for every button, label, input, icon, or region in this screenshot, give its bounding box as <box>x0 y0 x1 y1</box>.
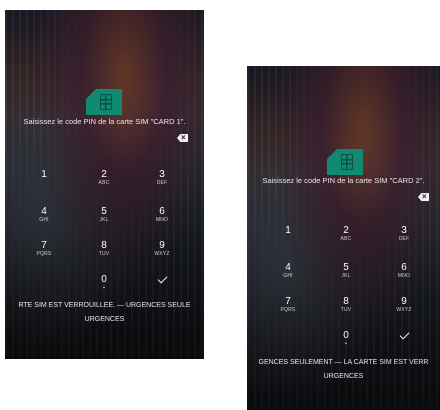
key-6[interactable]: 6 MNO <box>384 262 424 279</box>
backspace-icon[interactable]: × <box>418 193 429 201</box>
key-7[interactable]: 7 PQRS <box>268 296 308 313</box>
key-2[interactable]: 2 ABC <box>326 225 366 242</box>
checkmark-icon[interactable] <box>399 329 410 340</box>
key-1[interactable]: 1 <box>24 169 64 180</box>
sim-locked-status: RTE SIM EST VERROUILLÉE. — URGENCES SEUL… <box>18 302 191 309</box>
key-5[interactable]: 5 JKL <box>326 262 366 279</box>
backspace-icon[interactable]: × <box>177 134 188 142</box>
pin-prompt: Saisissez le code PIN de la carte SIM "C… <box>262 176 425 185</box>
key-8[interactable]: 8 TUV <box>84 240 124 257</box>
key-0[interactable]: 0 + <box>84 274 124 291</box>
pin-prompt: Saisissez le code PIN de la carte SIM "C… <box>23 117 186 126</box>
key-9[interactable]: 9 WXYZ <box>142 240 182 257</box>
key-3[interactable]: 3 DEF <box>142 169 182 186</box>
key-9[interactable]: 9 WXYZ <box>384 296 424 313</box>
key-7[interactable]: 7 PQRS <box>24 240 64 257</box>
sim-pin-screen-card-1: Saisissez le code PIN de la carte SIM "C… <box>5 10 204 359</box>
checkmark-icon[interactable] <box>157 273 168 284</box>
sim-pin-screen-card-2: Saisissez le code PIN de la carte SIM "C… <box>247 66 440 410</box>
emergency-button[interactable]: URGENCES <box>5 316 204 323</box>
sim-locked-status: GENCES SEULEMENT — LA CARTE SIM EST VERR <box>258 359 429 366</box>
key-8[interactable]: 8 TUV <box>326 296 366 313</box>
emergency-button[interactable]: URGENCES <box>247 373 440 380</box>
sim-card-icon <box>86 89 122 115</box>
sim-card-icon <box>327 149 363 175</box>
key-4[interactable]: 4 GHI <box>268 262 308 279</box>
key-1[interactable]: 1 <box>268 225 308 236</box>
key-6[interactable]: 6 MNO <box>142 206 182 223</box>
key-5[interactable]: 5 JKL <box>84 206 124 223</box>
key-2[interactable]: 2 ABC <box>84 169 124 186</box>
key-3[interactable]: 3 DEF <box>384 225 424 242</box>
key-0[interactable]: 0 + <box>326 330 366 347</box>
key-4[interactable]: 4 GHI <box>24 206 64 223</box>
